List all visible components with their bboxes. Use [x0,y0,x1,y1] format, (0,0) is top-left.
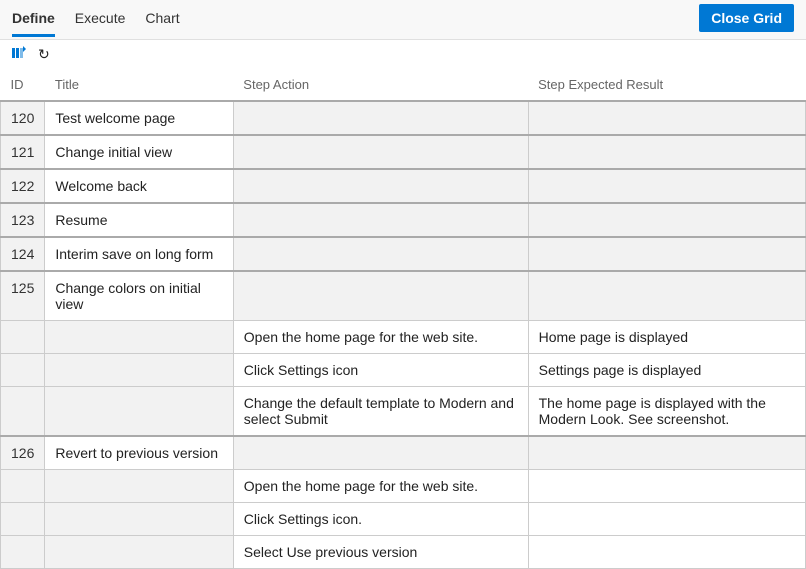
header-row: ID Title Step Action Step Expected Resul… [1,69,806,101]
cell-id[interactable]: 123 [1,203,45,237]
cell-action [233,169,528,203]
cell-id[interactable]: 126 [1,436,45,470]
cell-action[interactable]: Select Use previous version [233,536,528,569]
table-row[interactable]: Click Settings iconSettings page is disp… [1,354,806,387]
cell-expected [528,169,805,203]
header-action[interactable]: Step Action [233,69,528,101]
cell-title [45,503,233,536]
cell-id [1,387,45,437]
cell-expected[interactable]: Home page is displayed [528,321,805,354]
tabs: Define Execute Chart [12,0,180,37]
tab-execute[interactable]: Execute [75,10,126,37]
table-row[interactable]: 120Test welcome page [1,101,806,135]
cell-id [1,503,45,536]
cell-title[interactable]: Resume [45,203,233,237]
header-id[interactable]: ID [1,69,45,101]
toolbar: Define Execute Chart Close Grid [0,0,806,40]
columns-icon[interactable] [12,46,26,63]
cell-id [1,354,45,387]
table-row[interactable]: 125Change colors on initial view [1,271,806,321]
cell-action[interactable]: Click Settings icon. [233,503,528,536]
cell-id [1,470,45,503]
table-row[interactable]: 121Change initial view [1,135,806,169]
table-row[interactable]: Open the home page for the web site.Home… [1,321,806,354]
icon-bar: ↻ [0,40,806,69]
cell-expected [528,237,805,271]
table-row[interactable]: Open the home page for the web site. [1,470,806,503]
header-title[interactable]: Title [45,69,233,101]
cell-id[interactable]: 122 [1,169,45,203]
cell-title[interactable]: Interim save on long form [45,237,233,271]
table-row[interactable]: Change the default template to Modern an… [1,387,806,437]
cell-action [233,237,528,271]
table-row[interactable]: 124Interim save on long form [1,237,806,271]
cell-expected[interactable] [528,536,805,569]
cell-id[interactable]: 124 [1,237,45,271]
cell-action[interactable]: Open the home page for the web site. [233,470,528,503]
grid-body: 120Test welcome page121Change initial vi… [1,101,806,569]
cell-action [233,203,528,237]
cell-title[interactable]: Welcome back [45,169,233,203]
close-grid-button[interactable]: Close Grid [699,4,794,32]
cell-id[interactable]: 120 [1,101,45,135]
tab-define[interactable]: Define [12,10,55,37]
cell-expected[interactable]: Settings page is displayed [528,354,805,387]
cell-action[interactable]: Open the home page for the web site. [233,321,528,354]
cell-expected[interactable] [528,503,805,536]
cell-id[interactable]: 121 [1,135,45,169]
cell-title[interactable]: Change initial view [45,135,233,169]
cell-action [233,101,528,135]
cell-title [45,387,233,437]
cell-expected [528,203,805,237]
cell-expected[interactable]: The home page is displayed with the Mode… [528,387,805,437]
grid-table: ID Title Step Action Step Expected Resul… [0,69,806,569]
cell-action[interactable]: Change the default template to Modern an… [233,387,528,437]
table-row[interactable]: 123Resume [1,203,806,237]
cell-title[interactable]: Change colors on initial view [45,271,233,321]
table-row[interactable]: Click Settings icon. [1,503,806,536]
cell-title[interactable]: Test welcome page [45,101,233,135]
cell-id [1,321,45,354]
cell-title [45,536,233,569]
table-row[interactable]: 126Revert to previous version [1,436,806,470]
cell-id [1,536,45,569]
cell-expected [528,271,805,321]
cell-expected [528,135,805,169]
refresh-icon[interactable]: ↻ [38,46,50,63]
cell-title [45,321,233,354]
cell-expected [528,436,805,470]
cell-expected[interactable] [528,470,805,503]
cell-id[interactable]: 125 [1,271,45,321]
cell-title[interactable]: Revert to previous version [45,436,233,470]
cell-title [45,354,233,387]
table-row[interactable]: Select Use previous version [1,536,806,569]
cell-title [45,470,233,503]
cell-action[interactable]: Click Settings icon [233,354,528,387]
cell-action [233,135,528,169]
cell-action [233,271,528,321]
table-row[interactable]: 122Welcome back [1,169,806,203]
tab-chart[interactable]: Chart [145,10,179,37]
cell-expected [528,101,805,135]
header-expected[interactable]: Step Expected Result [528,69,805,101]
cell-action [233,436,528,470]
